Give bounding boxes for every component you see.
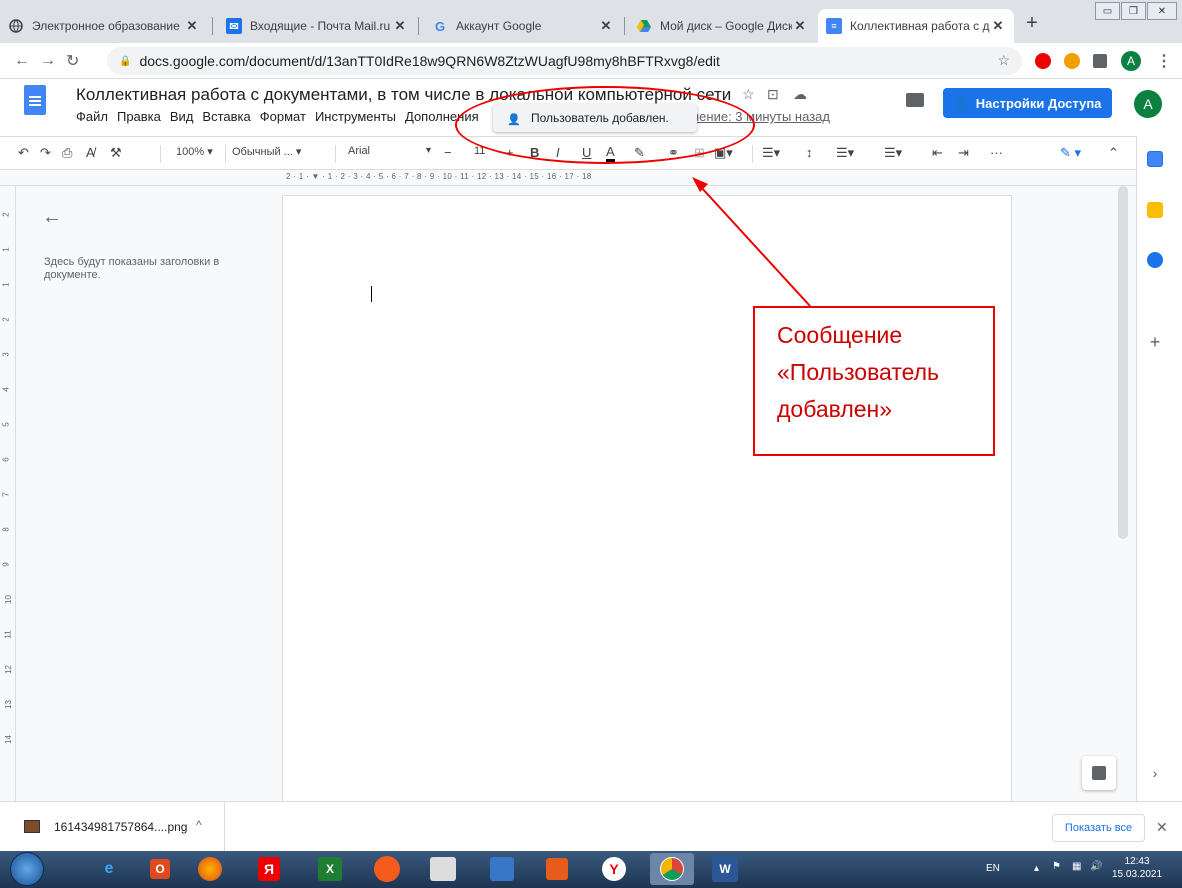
tray-expand-icon[interactable]: ▴ [1034, 863, 1039, 874]
show-all-button[interactable]: Показать все [1052, 814, 1145, 842]
close-icon[interactable]: ✕ [1156, 819, 1168, 836]
callout-line-1: Сообщение [777, 322, 903, 348]
presentation-icon[interactable] [546, 858, 568, 880]
explorer-icon[interactable] [430, 857, 456, 881]
chrome-taskbar-button[interactable] [650, 853, 694, 885]
clock-time: 12:43 [1124, 856, 1150, 867]
system-tray: EN ▴ ⚑ ▦ 🔊 12:43 15.03.2021 [976, 851, 1182, 888]
annotation-arrow [692, 177, 811, 307]
language-indicator[interactable]: EN [986, 863, 1000, 874]
yandex-browser-icon[interactable]: Y [602, 857, 626, 881]
taskbar: e O Я X Y W EN ▴ ⚑ ▦ 🔊 12:43 15.03.2021 [0, 851, 1182, 888]
ie-icon[interactable]: e [92, 854, 126, 884]
clock-date: 15.03.2021 [1112, 869, 1163, 880]
annotation-callout: Сообщение «Пользователь добавлен» [753, 306, 995, 456]
word-icon[interactable]: W [712, 856, 738, 882]
media-icon[interactable] [374, 856, 400, 882]
callout-line-2: «Пользователь [777, 359, 940, 385]
download-file-name[interactable]: 161434981757864....png [54, 820, 187, 834]
flag-icon[interactable]: ⚑ [1052, 861, 1061, 872]
chevron-up-icon[interactable]: ^ [196, 818, 202, 832]
callout-line-3: добавлен» [777, 396, 893, 422]
network-app-icon[interactable] [490, 857, 514, 881]
volume-icon[interactable]: 🔊 [1090, 861, 1102, 872]
outlook-icon[interactable]: O [150, 859, 170, 879]
start-button[interactable] [10, 852, 44, 886]
yandex-icon[interactable]: Я [258, 857, 280, 881]
excel-icon[interactable]: X [318, 857, 342, 881]
network-icon[interactable]: ▦ [1072, 861, 1081, 872]
download-bar: 161434981757864....png ^ Показать все ✕ [0, 801, 1182, 852]
chrome-icon [660, 857, 684, 881]
image-file-icon [24, 820, 40, 833]
clock[interactable]: 12:43 15.03.2021 [1112, 855, 1162, 881]
firefox-icon[interactable] [198, 857, 222, 881]
